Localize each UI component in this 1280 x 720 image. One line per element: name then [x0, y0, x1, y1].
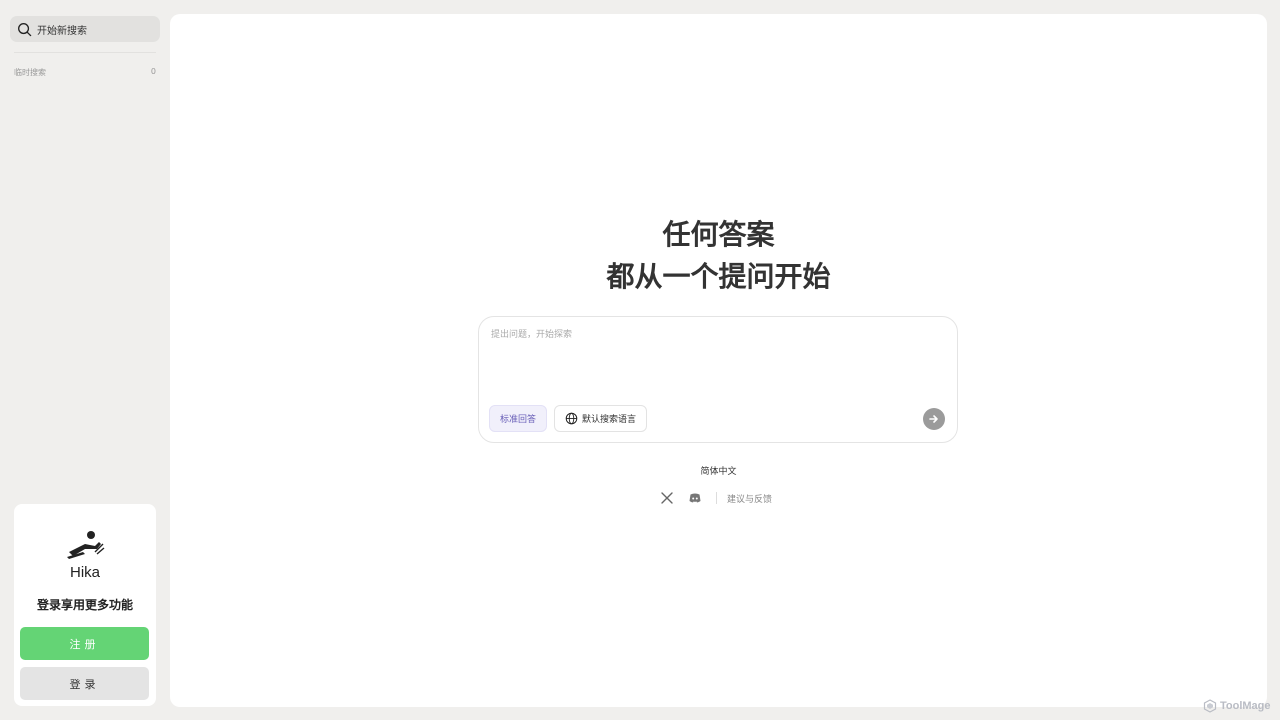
- login-card: Hika 登录享用更多功能 注册 登录: [14, 504, 156, 706]
- toolmage-logo-icon: [1203, 699, 1217, 713]
- login-tip: 登录享用更多功能: [36, 598, 133, 612]
- globe-icon: [565, 412, 578, 425]
- watermark: ToolMage: [1203, 699, 1271, 713]
- discord-icon[interactable]: [688, 491, 702, 505]
- page-headline: 任何答案 都从一个提问开始: [170, 214, 1267, 298]
- hika-logo: Hika: [14, 530, 156, 581]
- history-label: 临时搜索: [14, 68, 46, 77]
- headline-line-2: 都从一个提问开始: [606, 260, 831, 293]
- login-button[interactable]: 登录: [20, 667, 149, 700]
- new-search-button[interactable]: 开始新搜索: [10, 16, 160, 42]
- question-input[interactable]: [491, 327, 941, 397]
- app-root: 开始新搜索 临时搜索 0 Hika 登录享用更多功能 注册 登录 任何答案 都从…: [0, 0, 1280, 720]
- headline-line-1: 任何答案: [662, 218, 775, 251]
- history-section[interactable]: 临时搜索 0: [14, 67, 156, 78]
- arrow-right-icon: [929, 415, 938, 423]
- search-language-label: 默认搜索语言: [582, 415, 637, 425]
- send-button[interactable]: [923, 408, 945, 430]
- watermark-text: ToolMage: [1220, 700, 1271, 712]
- register-button[interactable]: 注册: [20, 627, 149, 660]
- footer-links: 建议与反馈: [660, 490, 772, 506]
- answer-mode-button[interactable]: 标准回答: [489, 405, 548, 432]
- main-panel: 任何答案 都从一个提问开始 标准回答 默认搜索语言 简体中文: [170, 14, 1267, 707]
- question-input-box: 标准回答 默认搜索语言: [478, 316, 958, 443]
- search-language-button[interactable]: 默认搜索语言: [554, 405, 648, 432]
- footer-divider: [716, 492, 717, 504]
- history-count: 0: [150, 67, 156, 76]
- sidebar-divider: [14, 52, 156, 53]
- feedback-link[interactable]: 建议与反馈: [727, 492, 772, 505]
- sidebar: 开始新搜索 临时搜索 0 Hika 登录享用更多功能 注册 登录: [0, 0, 170, 720]
- search-icon: [18, 22, 32, 36]
- hika-logo-icon: [67, 531, 105, 559]
- logo-text: Hika: [69, 564, 100, 581]
- x-twitter-icon[interactable]: [660, 491, 674, 505]
- ui-language-switch[interactable]: 简体中文: [170, 464, 1267, 477]
- new-search-label: 开始新搜索: [37, 25, 87, 37]
